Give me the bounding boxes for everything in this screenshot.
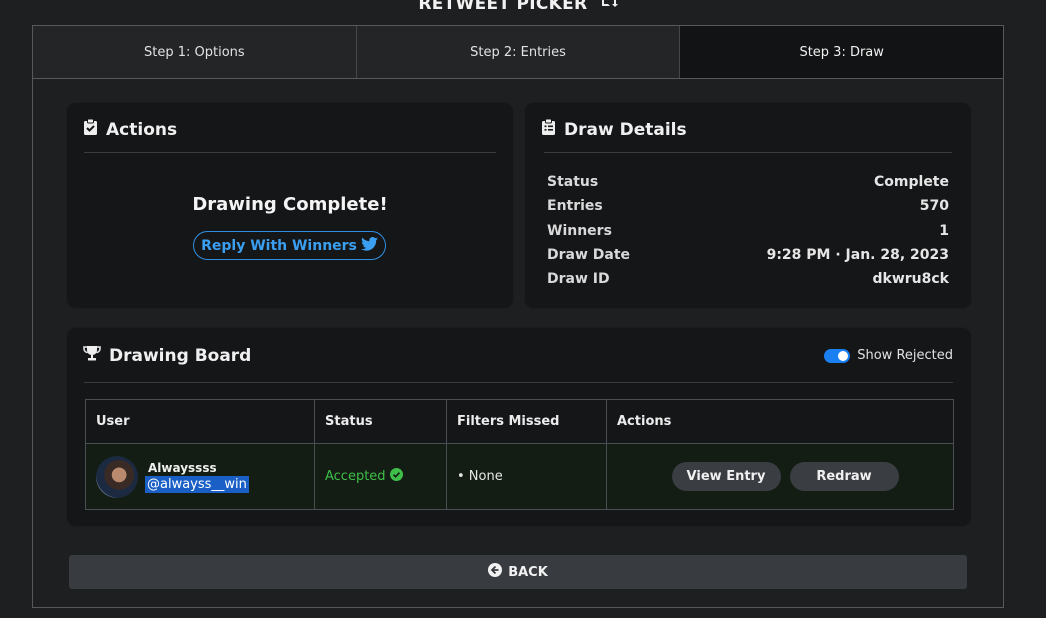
actions-header: Actions: [83, 118, 177, 141]
reply-button-label: Reply With Winners: [201, 237, 357, 254]
trophy-icon: [83, 345, 101, 366]
show-rejected-toggle[interactable]: [824, 348, 851, 363]
draw-details-card: Draw Details Status Complete Entries 570…: [524, 102, 972, 309]
user-handle-link[interactable]: @alwayss__win: [145, 475, 249, 493]
twitter-bird-icon: [360, 236, 378, 255]
draw-details-title: Draw Details: [564, 119, 687, 140]
draw-details-header: Draw Details: [541, 118, 687, 141]
status-cell: Accepted: [314, 443, 447, 510]
drawing-complete-message: Drawing Complete!: [192, 194, 388, 215]
arrow-circle-left-icon: [488, 563, 503, 581]
check-circle-icon: [389, 468, 403, 485]
detail-label: Winners: [547, 222, 612, 239]
show-rejected-control: Show Rejected: [824, 348, 953, 363]
app-title: RETWEET PICKER: [0, 0, 1036, 14]
show-rejected-label: Show Rejected: [857, 348, 953, 363]
back-button[interactable]: BACK: [69, 555, 967, 589]
table-header-row: User Status Filters Missed Actions: [85, 399, 954, 444]
actions-cell: View Entry Redraw: [606, 443, 954, 510]
wizard-frame: Step 1: Options Step 2: Entries Step 3: …: [32, 25, 1004, 608]
detail-value: 9:28 PM · Jan. 28, 2023: [766, 247, 949, 264]
table-row: Alwayssss @alwayss__win Accepted • None …: [85, 443, 954, 510]
view-entry-button[interactable]: View Entry: [671, 462, 781, 491]
user-cell: Alwayssss @alwayss__win: [85, 443, 315, 510]
detail-label: Status: [547, 174, 599, 191]
detail-row-draw-date: Draw Date 9:28 PM · Jan. 28, 2023: [547, 243, 949, 267]
clipboard-check-icon: [83, 118, 98, 141]
status-badge: Accepted: [325, 468, 403, 485]
detail-row-draw-id: Draw ID dkwru8ck: [547, 267, 949, 291]
detail-value: 1: [939, 222, 949, 239]
drawing-board-header: Drawing Board: [83, 345, 251, 366]
drawing-board-table: User Status Filters Missed Actions Alway…: [85, 399, 954, 510]
actions-title: Actions: [106, 119, 178, 140]
divider: [84, 382, 953, 383]
column-header-actions: Actions: [606, 399, 954, 444]
divider: [84, 152, 496, 153]
reply-with-winners-button[interactable]: Reply With Winners: [193, 231, 386, 260]
column-header-user: User: [85, 399, 315, 444]
draw-details-list: Status Complete Entries 570 Winners 1 Dr…: [547, 170, 949, 291]
filters-missed-cell: • None: [446, 443, 607, 510]
divider: [544, 152, 952, 153]
app-title-text: RETWEET PICKER: [418, 0, 588, 14]
column-header-status: Status: [314, 399, 447, 444]
actions-card: Actions Drawing Complete! Reply With Win…: [66, 102, 514, 309]
column-header-filters-missed: Filters Missed: [446, 399, 607, 444]
drawing-board-title: Drawing Board: [109, 345, 252, 366]
detail-label: Draw ID: [547, 271, 610, 288]
detail-value: dkwru8ck: [872, 271, 950, 288]
detail-row-status: Status Complete: [547, 170, 949, 194]
status-text: Accepted: [325, 469, 386, 484]
tab-step-3-draw[interactable]: Step 3: Draw: [680, 26, 1004, 78]
redraw-button[interactable]: Redraw: [789, 462, 899, 491]
user-display-name: Alwayssss: [148, 460, 217, 475]
retweet-icon: [599, 0, 618, 14]
clipboard-list-icon: [541, 118, 556, 141]
detail-label: Entries: [547, 198, 603, 215]
detail-value: 570: [919, 198, 949, 215]
detail-label: Draw Date: [547, 247, 631, 264]
detail-value: Complete: [874, 174, 949, 191]
tab-step-2-entries[interactable]: Step 2: Entries: [356, 26, 681, 78]
detail-row-winners: Winners 1: [547, 219, 949, 243]
tab-step-1-options[interactable]: Step 1: Options: [33, 26, 357, 78]
drawing-board-card: Drawing Board Show Rejected User Status …: [66, 327, 972, 527]
avatar[interactable]: [96, 455, 138, 498]
detail-row-entries: Entries 570: [547, 194, 949, 218]
step-tabs: Step 1: Options Step 2: Entries Step 3: …: [33, 26, 1004, 79]
back-button-label: BACK: [508, 564, 548, 580]
